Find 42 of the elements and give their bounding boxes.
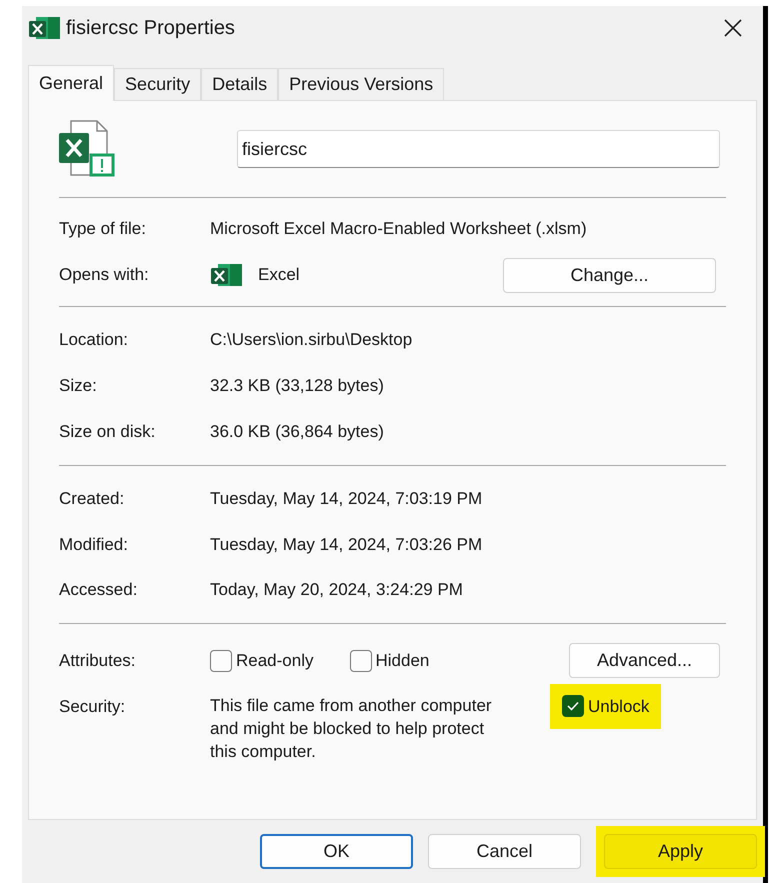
checkbox-box[interactable] (562, 695, 584, 718)
file-name-field[interactable]: fisiercsc (237, 130, 720, 168)
tab[interactable]: Details (201, 68, 278, 100)
field-value: Excel (258, 264, 300, 286)
checkbox-box[interactable] (210, 650, 232, 672)
security-text: and might be blocked to help protect (210, 718, 486, 740)
field-label: Size: (59, 375, 98, 398)
field-value: Tuesday, May 14, 2024, 7:03:26 PM (210, 534, 482, 556)
window-title: fisiercsc Properties (66, 16, 235, 41)
field-label: Accessed: (59, 579, 138, 601)
field-label: Type of file: (59, 218, 147, 240)
field-value: 32.3 KB (33,128 bytes) (210, 375, 384, 398)
field-label: Opens with: (59, 264, 150, 286)
checkbox[interactable]: Hidden (350, 648, 430, 674)
field-value: Tuesday, May 14, 2024, 7:03:19 PM (210, 488, 482, 510)
checkbox[interactable]: Unblock (550, 684, 662, 729)
close-icon[interactable] (723, 18, 743, 38)
checkbox-box[interactable] (350, 650, 372, 672)
dialog-button[interactable]: Change... (503, 258, 716, 292)
check-icon (567, 701, 579, 712)
field-label: Security: (59, 696, 126, 718)
dialog-button[interactable]: Advanced... (569, 643, 720, 678)
dialog-button[interactable]: Apply (604, 834, 757, 869)
excel-app-icon (210, 262, 244, 288)
field-value: Microsoft Excel Macro-Enabled Worksheet (.xlsm) (210, 218, 587, 240)
checkbox[interactable]: Read-only (210, 648, 314, 674)
security-text: this computer. (210, 740, 317, 762)
field-label: Location: (59, 329, 129, 352)
tab[interactable]: Previous Versions (278, 68, 444, 100)
tab[interactable]: Security (114, 68, 202, 100)
field-label: Created: (59, 488, 126, 510)
dialog-button[interactable]: Cancel (428, 834, 581, 869)
field-value: 36.0 KB (36,864 bytes) (210, 421, 384, 444)
security-text: This file came from another computer (210, 694, 493, 716)
field-value: Today, May 20, 2024, 3:24:29 PM (210, 579, 463, 601)
tab[interactable]: General (28, 65, 114, 101)
field-label: Modified: (59, 534, 129, 556)
field-value: C:\Users\ion.sirbu\Desktop (210, 329, 412, 352)
field-label: Attributes: (59, 650, 137, 672)
dialog-button[interactable]: OK (260, 834, 413, 869)
excel-file-icon (28, 15, 62, 41)
field-label: Size on disk: (59, 421, 156, 444)
